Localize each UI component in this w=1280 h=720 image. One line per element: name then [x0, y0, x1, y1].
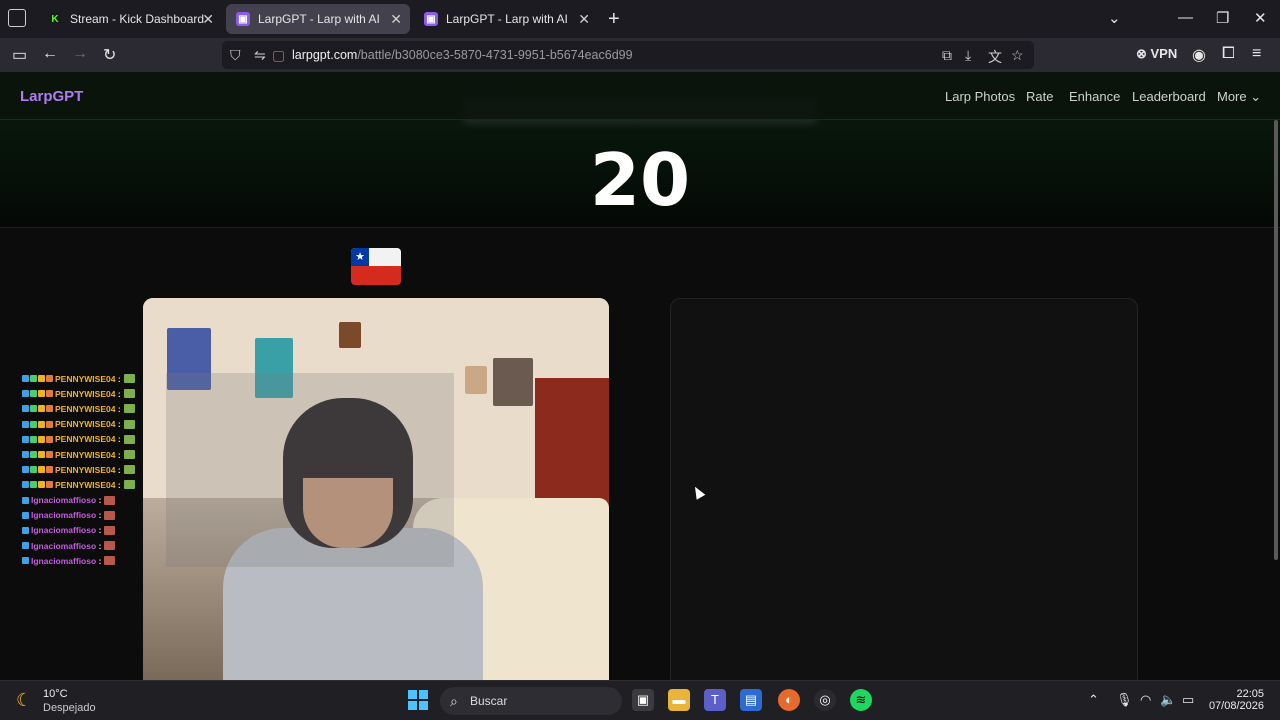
chile-flag: ★	[351, 248, 401, 285]
weather-temp[interactable]: 10°C	[43, 688, 68, 700]
weather-desc[interactable]: Despejado	[43, 702, 96, 714]
nav-larp-photos[interactable]: Larp Photos	[945, 89, 1015, 104]
chat-line: PENNYWISE04 :	[22, 432, 135, 447]
firefox-icon[interactable]: ◐	[778, 689, 800, 711]
nav-more[interactable]: More ⌄	[1217, 89, 1261, 105]
url-text[interactable]: larpgpt.com/battle/b3080ce3-5870-4731-99…	[292, 48, 633, 62]
taskbar: ☾ 10°C Despejado ⌕ Buscar ▣ ▬ T ▤ ◐ ◎ ≋ …	[0, 680, 1280, 720]
score-value: 20	[589, 138, 691, 222]
tab-title: LarpGPT - Larp with AI	[446, 12, 568, 26]
tab-list-icon[interactable]	[8, 9, 26, 27]
chevron-up-icon[interactable]: ⌃	[1088, 692, 1099, 708]
kick-icon: K	[48, 12, 62, 26]
permissions-icon[interactable]: ⇋	[254, 47, 266, 64]
list-all-tabs-icon[interactable]: ⌄	[1108, 9, 1121, 27]
back-icon[interactable]: ←	[42, 45, 58, 63]
chat-line: Ignaciomaffioso :	[22, 493, 135, 508]
translate-icon[interactable]: 文	[988, 47, 1002, 67]
task-view-icon[interactable]: ▣	[632, 689, 654, 711]
chat-line: Ignaciomaffioso :	[22, 553, 135, 568]
obs-icon[interactable]: ◎	[814, 689, 836, 711]
system-clock[interactable]: 22:05 07/08/2026	[1208, 688, 1264, 712]
minimize-icon[interactable]: —	[1178, 9, 1193, 26]
opponent-panel	[670, 298, 1138, 680]
spotify-icon[interactable]: ≋	[850, 689, 872, 711]
scrollbar[interactable]	[1274, 120, 1278, 560]
nav-leaderboard[interactable]: Leaderboard	[1132, 89, 1206, 104]
new-tab-icon[interactable]: +	[608, 8, 620, 31]
camera-icon[interactable]: ▢	[272, 47, 285, 64]
windows-start-icon[interactable]	[408, 690, 428, 710]
microphone-icon[interactable]: 🎙	[1116, 692, 1133, 708]
search-icon: ⌕	[450, 693, 458, 709]
nav-enhance[interactable]: Enhance	[1069, 89, 1120, 104]
chat-line: Ignaciomaffioso :	[22, 538, 135, 553]
page-content: 20 LarpGPT Larp Photos Rate Enhance Lead…	[0, 72, 1280, 680]
restore-icon[interactable]: ❐	[1216, 9, 1229, 27]
chat-overlay: PENNYWISE04 : PENNYWISE04 : PENNYWISE04 …	[22, 371, 135, 568]
teams-icon[interactable]: T	[704, 689, 726, 711]
chat-line: PENNYWISE04 :	[22, 447, 135, 462]
forward-icon[interactable]: →	[72, 45, 88, 63]
chat-overlay-box	[166, 373, 454, 567]
taskbar-search[interactable]: ⌕ Buscar	[440, 687, 622, 715]
tab-larpgpt-active[interactable]: ▣ LarpGPT - Larp with AI ✕	[226, 4, 410, 34]
file-explorer-icon[interactable]: ▬	[668, 689, 690, 711]
tab-kick-dashboard[interactable]: K Stream - Kick Dashboard ✕	[38, 4, 222, 34]
tab-larpgpt[interactable]: ▣ LarpGPT - Larp with AI ✕	[414, 4, 598, 34]
volume-icon[interactable]: 🔈	[1160, 692, 1176, 708]
moon-icon[interactable]: ☾	[16, 690, 32, 711]
site-header: LarpGPT Larp Photos Rate Enhance Leaderb…	[0, 72, 1280, 120]
vpn-button[interactable]: ⊗ VPN	[1136, 46, 1177, 62]
close-tab-icon[interactable]: ✕	[390, 11, 402, 28]
close-tab-icon[interactable]: ✕	[578, 11, 590, 28]
bookmark-star-icon[interactable]: ☆	[1011, 47, 1024, 64]
chat-line: PENNYWISE04 :	[22, 386, 135, 401]
pip-icon[interactable]: ⧉	[942, 47, 952, 64]
install-icon[interactable]: ⤓	[965, 47, 971, 64]
sidebar-icon[interactable]: ▭	[12, 45, 27, 65]
menu-icon[interactable]: ≡	[1252, 45, 1261, 63]
chat-line: PENNYWISE04 :	[22, 401, 135, 416]
shield-icon[interactable]: ⛉	[230, 47, 241, 64]
extensions-icon[interactable]: ⧠	[1222, 45, 1235, 63]
nav-bar: ▭ ← → ↻ ⛉ ⇋ ▢ larpgpt.com/battle/b3080ce…	[0, 38, 1280, 72]
tab-title: LarpGPT - Larp with AI	[258, 12, 380, 26]
wifi-icon[interactable]: ◠	[1140, 692, 1151, 708]
chat-line: PENNYWISE04 :	[22, 477, 135, 492]
battery-icon[interactable]: ▭	[1182, 692, 1194, 708]
tab-title: Stream - Kick Dashboard	[70, 12, 205, 26]
url-bar[interactable]: ⛉ ⇋ ▢ larpgpt.com/battle/b3080ce3-5870-4…	[222, 41, 1034, 69]
close-window-icon[interactable]: ✕	[1254, 9, 1267, 27]
site-logo[interactable]: LarpGPT	[20, 88, 83, 105]
chat-line: PENNYWISE04 :	[22, 462, 135, 477]
chat-line: Ignaciomaffioso :	[22, 508, 135, 523]
larpgpt-icon: ▣	[236, 12, 250, 26]
chat-line: Ignaciomaffioso :	[22, 523, 135, 538]
chat-line: PENNYWISE04 :	[22, 371, 135, 386]
tab-strip: K Stream - Kick Dashboard ✕ ▣ LarpGPT - …	[0, 0, 1280, 38]
chat-line: PENNYWISE04 :	[22, 417, 135, 432]
close-tab-icon[interactable]: ✕	[202, 11, 214, 28]
nav-rate[interactable]: Rate	[1026, 89, 1053, 104]
store-icon[interactable]: ▤	[740, 689, 762, 711]
account-icon[interactable]: ◉	[1192, 45, 1206, 65]
chevron-down-icon: ⌄	[1250, 89, 1262, 104]
larpgpt-icon: ▣	[424, 12, 438, 26]
reload-icon[interactable]: ↻	[103, 45, 116, 65]
